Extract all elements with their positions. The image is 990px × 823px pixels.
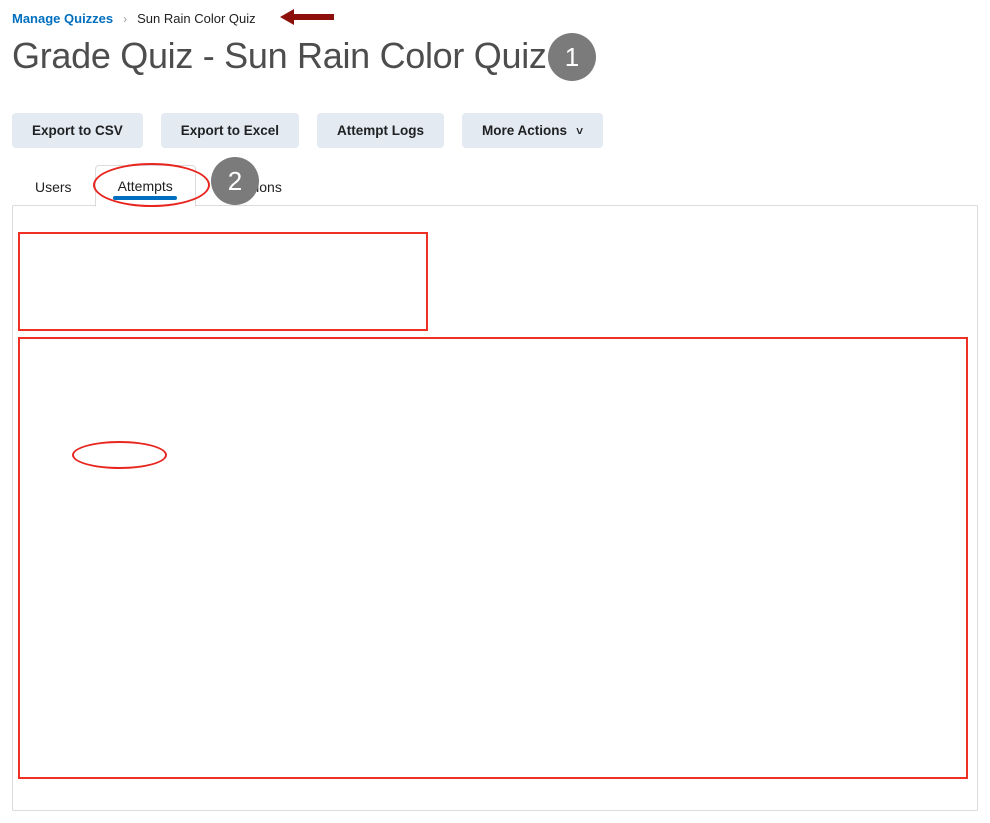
annotation-badge-2: 2 <box>211 157 259 205</box>
breadcrumb: Manage Quizzes › Sun Rain Color Quiz <box>12 8 336 29</box>
toolbar: Export to CSV Export to Excel Attempt Lo… <box>12 113 604 148</box>
export-to-excel-button[interactable]: Export to Excel <box>160 113 300 148</box>
page-title: Grade Quiz - Sun Rain Color Quiz <box>12 35 547 76</box>
export-to-csv-button[interactable]: Export to CSV <box>12 113 143 148</box>
content-panel <box>12 205 978 811</box>
more-actions-label: More Actions <box>482 123 568 138</box>
page-title-row: Grade Quiz - Sun Rain Color Quiz ˅ <box>12 32 573 80</box>
more-actions-button[interactable]: More Actions ˅ <box>462 113 604 148</box>
left-arrow-annotation-icon <box>279 8 336 29</box>
tab-bar: Users Attempts Questions <box>12 165 305 207</box>
breadcrumb-current: Sun Rain Color Quiz <box>137 11 256 26</box>
tab-attempts-label: Attempts <box>117 178 173 194</box>
attempt-logs-label: Attempt Logs <box>337 123 425 138</box>
tab-users-label: Users <box>35 178 72 195</box>
breadcrumb-link-manage-quizzes[interactable]: Manage Quizzes <box>12 11 113 26</box>
tab-users[interactable]: Users <box>12 165 95 207</box>
export-to-excel-label: Export to Excel <box>180 123 280 138</box>
attempt-logs-button[interactable]: Attempt Logs <box>317 113 445 148</box>
export-to-csv-label: Export to CSV <box>32 123 123 138</box>
tab-attempts[interactable]: Attempts <box>94 165 196 207</box>
chevron-down-icon: ˅ <box>576 123 584 138</box>
breadcrumb-separator-icon: › <box>123 11 128 26</box>
annotation-badge-1: 1 <box>548 33 596 81</box>
tab-active-underline <box>113 196 178 200</box>
